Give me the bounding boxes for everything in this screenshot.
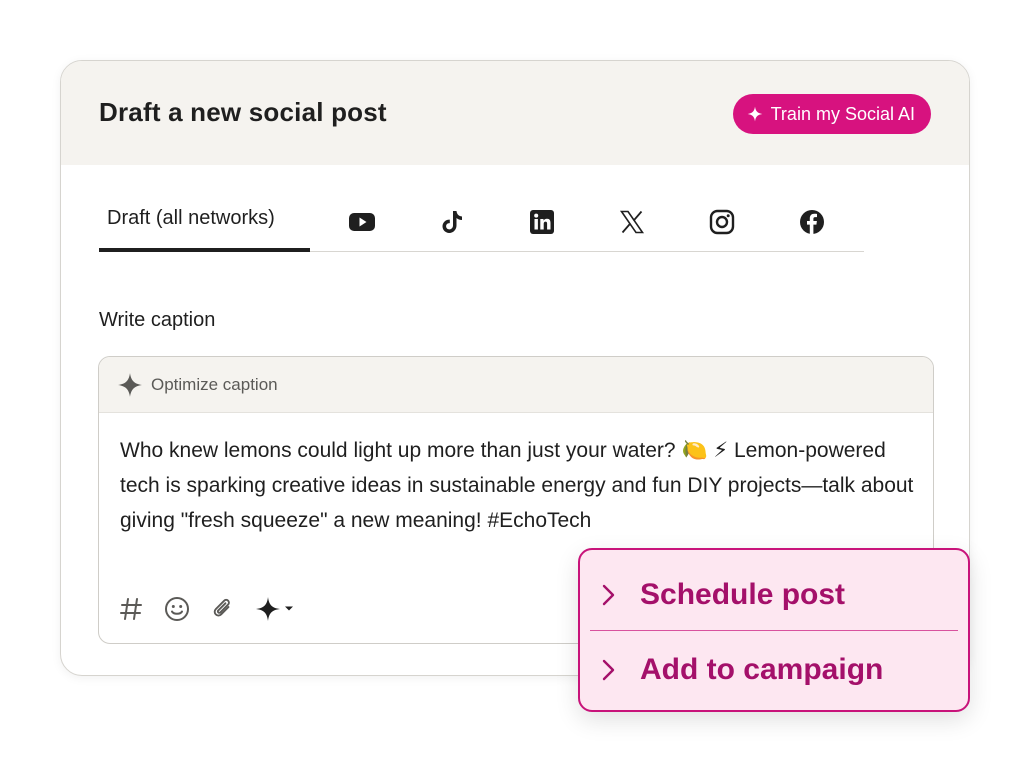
tab-tiktok[interactable] bbox=[435, 205, 469, 239]
tab-linkedin[interactable] bbox=[525, 205, 559, 239]
caption-toolbar bbox=[117, 593, 299, 625]
optimize-caption-button[interactable]: Optimize caption bbox=[99, 357, 933, 413]
tab-x[interactable] bbox=[615, 205, 649, 239]
hashtag-icon bbox=[120, 598, 142, 620]
train-button-label: Train my Social AI bbox=[770, 103, 915, 124]
tab-youtube[interactable] bbox=[345, 205, 379, 239]
linkedin-icon bbox=[530, 210, 554, 234]
caption-text[interactable]: Who knew lemons could light up more than… bbox=[120, 433, 920, 538]
card-header: Draft a new social post Train my Social … bbox=[61, 61, 969, 165]
tiktok-icon bbox=[442, 211, 462, 233]
add-to-campaign-label: Add to campaign bbox=[640, 653, 884, 686]
attachment-icon bbox=[213, 598, 230, 617]
train-social-ai-button[interactable]: Train my Social AI bbox=[732, 94, 931, 134]
schedule-post-button[interactable]: Schedule post bbox=[580, 558, 968, 632]
tab-draft-all-networks[interactable]: Draft (all networks) bbox=[99, 195, 310, 252]
attachment-button[interactable] bbox=[209, 595, 237, 623]
chevron-right-icon bbox=[602, 659, 615, 681]
page-title: Draft a new social post bbox=[99, 97, 387, 127]
youtube-icon bbox=[349, 213, 375, 231]
tab-facebook[interactable] bbox=[795, 205, 829, 239]
ai-sparkle-dropdown-icon bbox=[256, 597, 293, 621]
facebook-icon bbox=[800, 210, 824, 234]
write-caption-label: Write caption bbox=[99, 309, 216, 331]
popover-divider bbox=[590, 630, 958, 631]
sparkle-icon bbox=[118, 372, 142, 397]
add-to-campaign-button[interactable]: Add to campaign bbox=[580, 633, 968, 707]
instagram-icon bbox=[709, 209, 735, 235]
ai-assist-dropdown[interactable] bbox=[255, 595, 299, 623]
emoji-button[interactable] bbox=[163, 595, 191, 623]
chevron-right-icon bbox=[602, 584, 615, 606]
post-actions-popover: Schedule post Add to campaign bbox=[578, 548, 970, 712]
sparkle-icon bbox=[747, 106, 762, 122]
network-tabs: Draft (all networks) bbox=[99, 195, 864, 252]
hashtag-button[interactable] bbox=[117, 595, 145, 623]
emoji-icon bbox=[165, 597, 189, 621]
x-icon bbox=[619, 210, 645, 234]
tab-instagram[interactable] bbox=[705, 205, 739, 239]
optimize-caption-label: Optimize caption bbox=[151, 374, 278, 394]
schedule-post-label: Schedule post bbox=[640, 578, 846, 611]
tab-draft-label: Draft (all networks) bbox=[107, 207, 275, 229]
